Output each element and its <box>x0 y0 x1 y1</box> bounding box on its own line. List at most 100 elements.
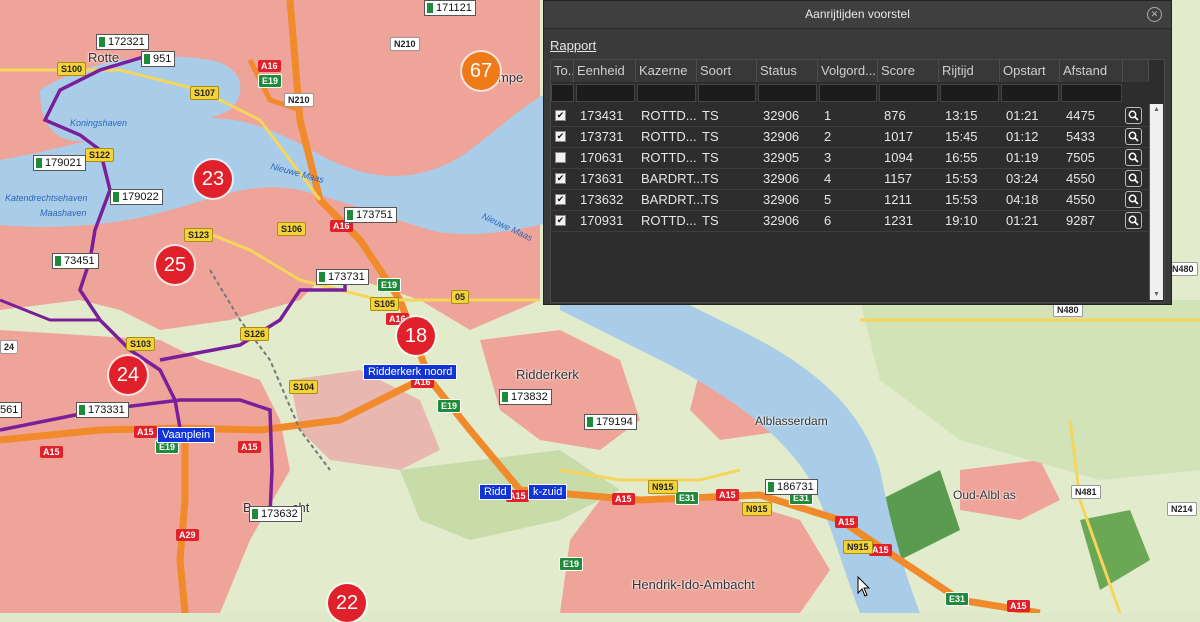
road-shield: N480 <box>1168 262 1198 276</box>
incident-cluster[interactable]: 24 <box>109 356 147 394</box>
filter-opstart[interactable] <box>1001 84 1059 102</box>
incident-cluster[interactable]: 25 <box>156 246 194 284</box>
place-label: Hendrik-Ido-Ambacht <box>632 577 755 592</box>
unit-marker[interactable]: 179194 <box>584 414 637 430</box>
close-icon[interactable]: ✕ <box>1147 7 1162 22</box>
road-shield: S103 <box>126 337 156 351</box>
filter-kazerne[interactable] <box>637 84 696 102</box>
unit-marker[interactable]: 173632 <box>249 506 302 522</box>
filter-to[interactable] <box>551 84 574 102</box>
unit-marker[interactable]: 951 <box>141 51 176 67</box>
cell-kazerne: ROTTD... <box>641 213 697 228</box>
incident-cluster[interactable]: 67 <box>462 52 500 90</box>
column-header-rijtijd[interactable]: Rijtijd <box>939 60 1000 82</box>
cell-status: 32906 <box>763 108 800 123</box>
magnifier-icon[interactable] <box>1125 212 1142 229</box>
cell-afstand: 4475 <box>1066 108 1095 123</box>
unit-marker[interactable]: 173731 <box>316 269 369 285</box>
magnifier-icon[interactable] <box>1125 107 1142 124</box>
location-tag[interactable]: Ridderkerk noord <box>363 364 458 380</box>
water-label: Maashaven <box>40 208 87 218</box>
table-row[interactable]: ✔ 173731 ROTTD... TS 32906 2 1017 15:45 01:12 543… <box>551 126 1149 148</box>
filter-rijtijd[interactable] <box>940 84 999 102</box>
cell-soort: TS <box>702 150 719 165</box>
unit-marker[interactable]: 173331 <box>76 402 129 418</box>
scroll-down-icon[interactable]: ▼ <box>1150 289 1163 300</box>
filter-eenheid[interactable] <box>576 84 635 102</box>
filter-volgorde[interactable] <box>819 84 877 102</box>
unit-marker[interactable]: 179021 <box>33 155 86 171</box>
cell-score: 876 <box>884 108 906 123</box>
unit-marker[interactable]: 73451 <box>52 253 99 269</box>
road-shield: 24 <box>0 340 19 354</box>
column-header-eenheid[interactable]: Eenheid <box>574 60 636 82</box>
row-checkbox[interactable]: ✔ <box>555 110 566 121</box>
incident-cluster[interactable]: 22 <box>328 584 366 622</box>
place-label: Rotte <box>88 50 120 65</box>
column-header-status[interactable]: Status <box>757 60 818 82</box>
column-header-opstart[interactable]: Opstart <box>1000 60 1060 82</box>
unit-marker[interactable]: 173832 <box>499 389 552 405</box>
table-row[interactable]: ✔ 173431 ROTTD... TS 32906 1 876 13:15 01:21 4475 <box>551 105 1149 127</box>
unit-marker[interactable]: 172321 <box>96 34 149 50</box>
scroll-up-icon[interactable]: ▲ <box>1150 104 1163 115</box>
dialog-titlebar[interactable]: Aanrijtijden voorstel ✕ <box>544 1 1171 29</box>
column-header-soort[interactable]: Soort <box>697 60 757 82</box>
column-header-score[interactable]: Score <box>878 60 939 82</box>
row-checkbox[interactable]: ✔ <box>555 173 566 184</box>
cell-eenheid: 170631 <box>580 150 624 165</box>
filter-soort[interactable] <box>698 84 756 102</box>
row-checkbox[interactable] <box>555 152 566 163</box>
location-tag[interactable]: k-zuid <box>528 484 568 500</box>
magnifier-icon[interactable] <box>1125 191 1142 208</box>
cell-soort: TS <box>702 171 719 186</box>
magnifier-icon[interactable] <box>1125 170 1142 187</box>
cell-volgorde: 3 <box>824 150 832 165</box>
cell-rijtijd: 16:55 <box>945 150 978 165</box>
cell-score: 1231 <box>884 213 913 228</box>
cell-opstart: 01:12 <box>1006 129 1039 144</box>
cell-eenheid: 170931 <box>580 213 624 228</box>
unit-marker[interactable]: 561 <box>0 402 23 418</box>
cell-kazerne: ROTTD... <box>641 129 697 144</box>
incident-cluster[interactable]: 23 <box>194 160 232 198</box>
cell-afstand: 4550 <box>1066 171 1095 186</box>
road-shield: A15 <box>612 493 635 505</box>
unit-marker[interactable]: 173751 <box>344 207 397 223</box>
row-checkbox[interactable]: ✔ <box>555 194 566 205</box>
table-row[interactable]: ✔ 170931 ROTTD... TS 32906 6 1231 19:10 01:21 928… <box>551 210 1149 232</box>
magnifier-icon[interactable] <box>1125 128 1142 145</box>
road-shield: S105 <box>370 297 400 311</box>
filter-afstand[interactable] <box>1061 84 1122 102</box>
location-tag[interactable]: Vaanplein <box>157 427 216 443</box>
road-shield: A29 <box>176 529 199 541</box>
unit-marker[interactable]: 186731 <box>765 479 818 495</box>
cell-rijtijd: 19:10 <box>945 213 978 228</box>
grid-scrollbar[interactable]: ▲ ▼ <box>1149 104 1163 300</box>
cell-volgorde: 6 <box>824 213 832 228</box>
column-header-afstand[interactable]: Afstand <box>1060 60 1123 82</box>
location-tag[interactable]: Ridd <box>479 484 512 500</box>
row-checkbox[interactable]: ✔ <box>555 131 566 142</box>
magnifier-icon[interactable] <box>1125 149 1142 166</box>
row-checkbox[interactable]: ✔ <box>555 215 566 226</box>
filter-score[interactable] <box>879 84 938 102</box>
table-row[interactable]: 170631 ROTTD... TS 32905 3 1094 16:55 01:19 7505 <box>551 147 1149 169</box>
filter-status[interactable] <box>758 84 817 102</box>
cell-volgorde: 2 <box>824 129 832 144</box>
column-header-to[interactable]: To... <box>551 60 574 82</box>
arrival-times-dialog[interactable]: Aanrijtijden voorstel ✕ Rapport To... Ee… <box>543 0 1172 305</box>
table-row[interactable]: ✔ 173631 BARDRT... TS 32906 4 1157 15:53 03:24 45… <box>551 168 1149 190</box>
column-header-kazerne[interactable]: Kazerne <box>636 60 697 82</box>
unit-marker[interactable]: 179022 <box>110 189 163 205</box>
road-shield: 05 <box>451 290 470 304</box>
cell-afstand: 7505 <box>1066 150 1095 165</box>
cell-kazerne: BARDRT... <box>641 171 704 186</box>
table-row[interactable]: ✔ 173632 BARDRT... TS 32906 5 1211 15:53 04:18 45… <box>551 189 1149 211</box>
report-link[interactable]: Rapport <box>550 38 596 53</box>
column-header-volgorde[interactable]: Volgord... <box>818 60 878 82</box>
unit-marker[interactable]: 171121 <box>424 0 476 16</box>
incident-cluster[interactable]: 18 <box>397 317 435 355</box>
road-shield: E19 <box>258 74 283 88</box>
cell-afstand: 4550 <box>1066 192 1095 207</box>
